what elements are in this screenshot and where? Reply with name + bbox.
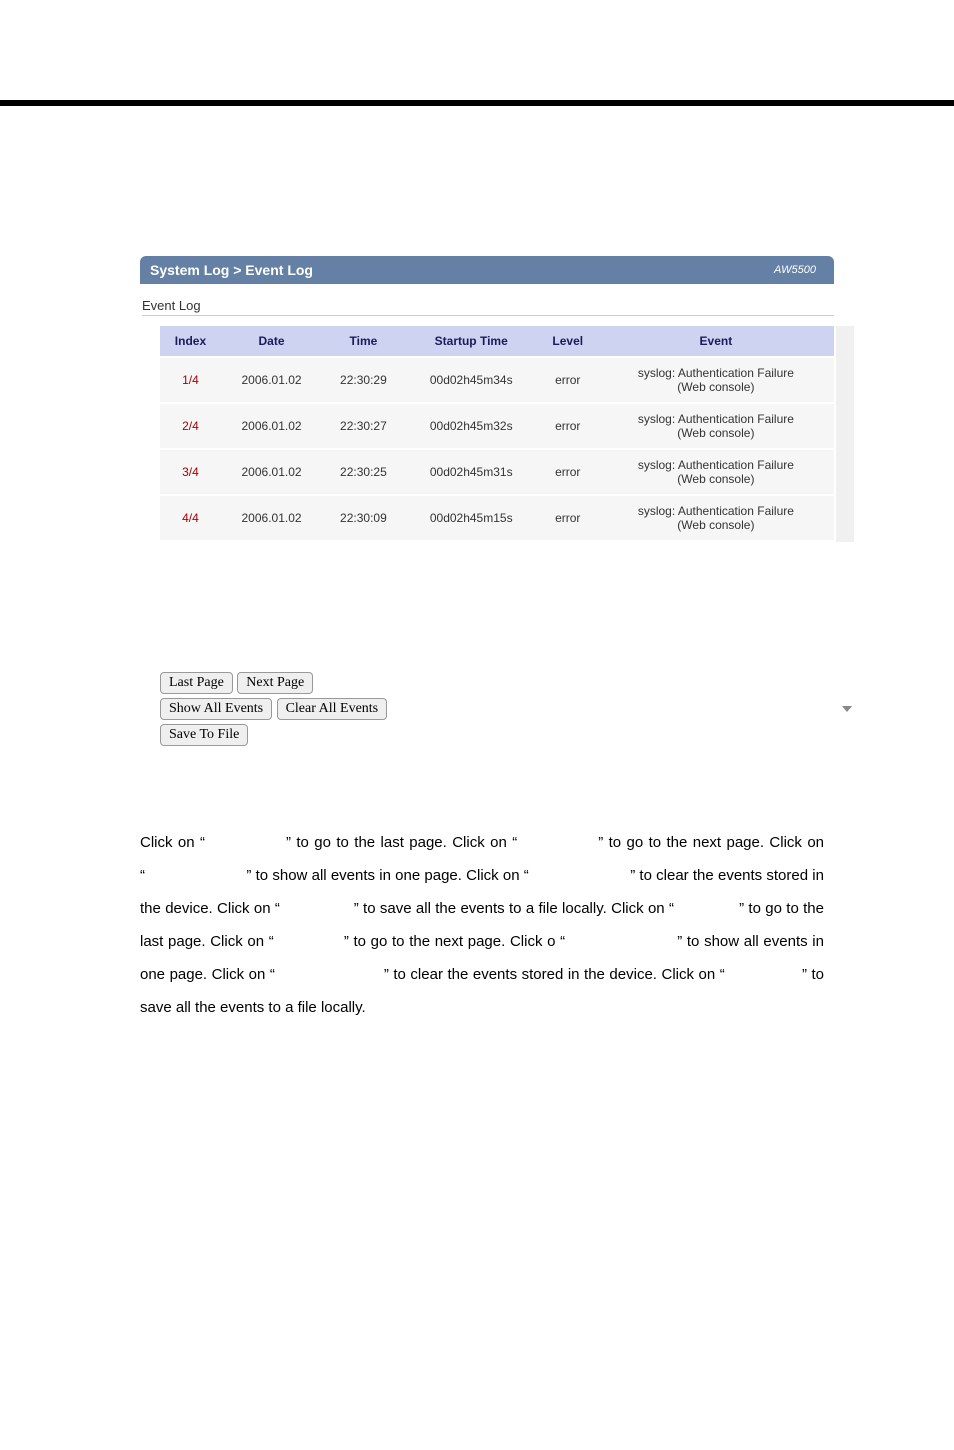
event-log-table: Index Date Time Startup Time Level Event…	[160, 326, 834, 542]
breadcrumb-bar: System Log > Event Log AW5500	[140, 256, 834, 284]
table-scroll-container: Index Date Time Startup Time Level Event…	[160, 326, 834, 542]
col-index: Index	[160, 326, 221, 357]
next-page-button[interactable]: Next Page	[237, 672, 313, 694]
cell-date: 2006.01.02	[221, 495, 322, 541]
breadcrumb-text: System Log > Event Log	[150, 262, 313, 278]
cell-index: 4/4	[160, 495, 221, 541]
button-row-2: Show All Events Clear All Events	[160, 698, 834, 720]
table-header-row: Index Date Time Startup Time Level Event	[160, 326, 834, 357]
table-row: 2/4 2006.01.02 22:30:27 00d02h45m32s err…	[160, 403, 834, 449]
cell-index: 1/4	[160, 357, 221, 403]
col-level: Level	[538, 326, 598, 357]
cell-event: syslog: Authentication Failure(Web conso…	[598, 449, 834, 495]
cell-startup: 00d02h45m15s	[405, 495, 538, 541]
cell-time: 22:30:27	[322, 403, 405, 449]
save-to-file-button[interactable]: Save To File	[160, 724, 248, 746]
cell-date: 2006.01.02	[221, 403, 322, 449]
screenshot-panel: System Log > Event Log AW5500 Event Log …	[0, 106, 954, 776]
col-event: Event	[598, 326, 834, 357]
cell-level: error	[538, 357, 598, 403]
instruction-paragraph: Click on “ ” to go to the last page. Cli…	[0, 776, 954, 1024]
cell-index: 3/4	[160, 449, 221, 495]
col-startup: Startup Time	[405, 326, 538, 357]
event-log-area: Event Log Index Date Time Startup Time L…	[140, 284, 834, 746]
cell-time: 22:30:29	[322, 357, 405, 403]
button-row-1: Last Page Next Page	[160, 672, 834, 694]
cell-time: 22:30:09	[322, 495, 405, 541]
model-label: AW5500	[774, 264, 824, 276]
cell-event: syslog: Authentication Failure(Web conso…	[598, 357, 834, 403]
clear-all-events-button[interactable]: Clear All Events	[277, 698, 388, 720]
table-row: 4/4 2006.01.02 22:30:09 00d02h45m15s err…	[160, 495, 834, 541]
cell-date: 2006.01.02	[221, 449, 322, 495]
cell-startup: 00d02h45m32s	[405, 403, 538, 449]
cell-startup: 00d02h45m31s	[405, 449, 538, 495]
cell-level: error	[538, 403, 598, 449]
scroll-down-icon[interactable]	[842, 706, 852, 712]
col-date: Date	[221, 326, 322, 357]
col-time: Time	[322, 326, 405, 357]
button-row-3: Save To File	[160, 724, 834, 746]
section-title: Event Log	[142, 298, 834, 316]
scroll-up-icon[interactable]	[842, 330, 852, 336]
cell-event: syslog: Authentication Failure(Web conso…	[598, 495, 834, 541]
cell-date: 2006.01.02	[221, 357, 322, 403]
show-all-events-button[interactable]: Show All Events	[160, 698, 272, 720]
cell-time: 22:30:25	[322, 449, 405, 495]
cell-event: syslog: Authentication Failure(Web conso…	[598, 403, 834, 449]
cell-index: 2/4	[160, 403, 221, 449]
cell-level: error	[538, 449, 598, 495]
table-row: 3/4 2006.01.02 22:30:25 00d02h45m31s err…	[160, 449, 834, 495]
table-row: 1/4 2006.01.02 22:30:29 00d02h45m34s err…	[160, 357, 834, 403]
cell-level: error	[538, 495, 598, 541]
last-page-button[interactable]: Last Page	[160, 672, 233, 694]
cell-startup: 00d02h45m34s	[405, 357, 538, 403]
